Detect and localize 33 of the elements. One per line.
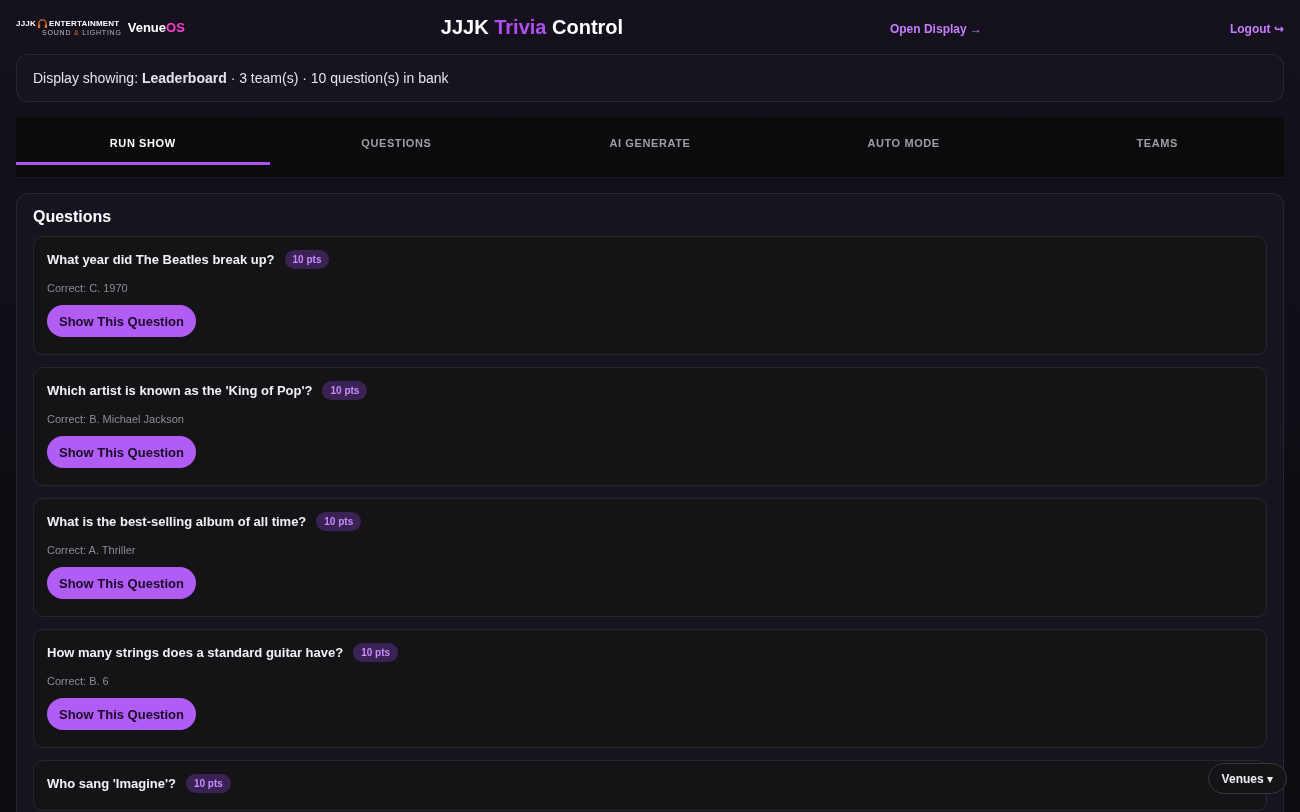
show-question-button[interactable]: Show This Question bbox=[47, 305, 196, 337]
question-text: How many strings does a standard guitar have? bbox=[47, 645, 344, 660]
question-text: Which artist is known as the 'King of Pop'? bbox=[47, 383, 313, 398]
logo-wordmark: ENTERTAINMENT bbox=[48, 18, 120, 28]
question-text: Who sang 'Imagine'? bbox=[47, 776, 176, 791]
points-badge: 10 pts bbox=[353, 643, 399, 662]
correct-answer: Correct: A. Thriller bbox=[47, 544, 137, 556]
points-badge: 10 pts bbox=[284, 250, 330, 269]
panel-title: Questions bbox=[33, 208, 113, 226]
points-badge: 10 pts bbox=[316, 512, 362, 531]
question-text: What is the best-selling album of all time? bbox=[47, 514, 307, 529]
correct-answer: Correct: C. 1970 bbox=[47, 282, 129, 294]
status-text: Display showing: Leaderboard · 3 team(s) · 10 question(s) in bank bbox=[33, 70, 449, 86]
points-badge: 10 pts bbox=[322, 381, 368, 400]
show-question-button[interactable]: Show This Question bbox=[47, 567, 196, 599]
show-question-button[interactable]: Show This Question bbox=[47, 698, 196, 730]
page-title: JJJK Trivia Control bbox=[439, 15, 625, 39]
correct-answer: Correct: B. Michael Jackson bbox=[47, 413, 185, 425]
logo-brand: JJJK bbox=[16, 18, 36, 28]
logout-link[interactable]: Logout ↪ bbox=[1229, 18, 1284, 36]
correct-answer: Correct: B. 6 bbox=[47, 675, 110, 687]
points-badge: 10 pts bbox=[185, 774, 231, 793]
tab[interactable]: QUESTIONS bbox=[269, 117, 524, 165]
venues-button[interactable]: Venues ▾ bbox=[1207, 763, 1287, 794]
tab[interactable]: AUTO MODE bbox=[776, 117, 1031, 165]
headphones-icon bbox=[36, 17, 48, 29]
question-text: What year did The Beatles break up? bbox=[47, 252, 275, 267]
show-question-button[interactable]: Show This Question bbox=[47, 436, 196, 468]
product-name: VenueOS bbox=[127, 19, 185, 35]
tab[interactable]: AI GENERATE bbox=[523, 117, 777, 165]
tab[interactable]: TEAMS bbox=[1030, 117, 1284, 165]
tab[interactable]: RUN SHOW bbox=[16, 117, 270, 165]
open-display-link[interactable]: Open Display → bbox=[889, 18, 982, 36]
